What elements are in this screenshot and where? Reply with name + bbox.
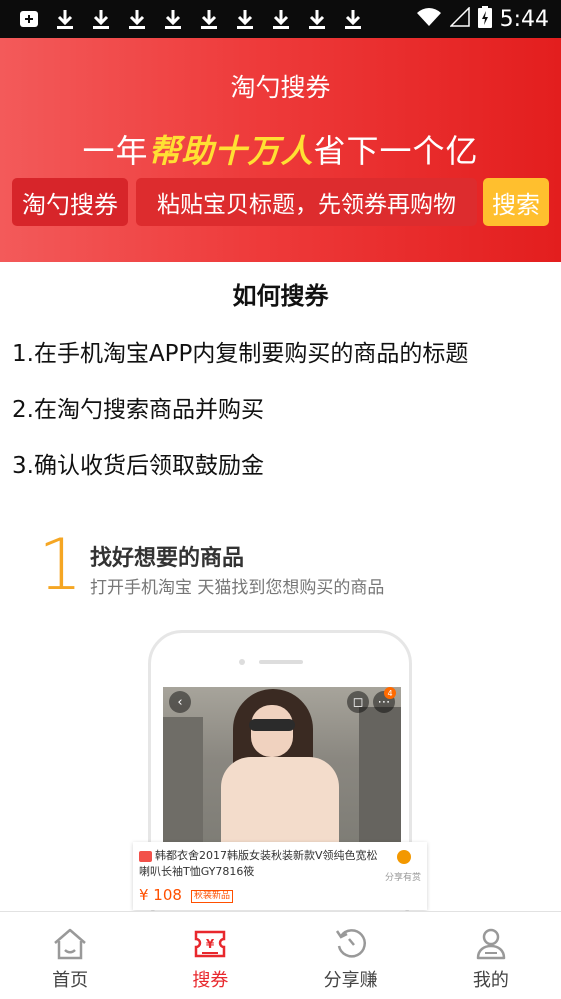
product-card: 韩都衣舍2017韩版女装秋装新款V领纯色宽松喇叭长袖T恤GY7816筱 ¥ 10… (133, 842, 427, 910)
download-icon (162, 7, 184, 31)
battery-icon (477, 6, 492, 32)
slogan-prefix: 一年 (82, 132, 149, 170)
howto-step: 2.在淘勺搜索商品并购买 (12, 397, 264, 423)
howto-step: 3.确认收货后领取鼓励金 (12, 453, 264, 479)
download-icon (90, 7, 112, 31)
phone-camera (239, 659, 245, 665)
download-icon (198, 7, 220, 31)
profile-icon (476, 928, 506, 960)
cart-icon: ◻ (347, 691, 369, 713)
money-bag-icon (397, 850, 411, 864)
product-title: 韩都衣舍2017韩版女装秋装新款V领纯色宽松喇叭长袖T恤GY7816筱 (139, 849, 378, 878)
status-system: 5:44 (416, 6, 561, 32)
cart-badge: 4 (384, 687, 396, 699)
download-icon (306, 7, 328, 31)
clock: 5:44 (499, 6, 549, 32)
svg-text:¥: ¥ (206, 937, 215, 951)
status-notifications (0, 7, 364, 31)
howto-title: 如何搜券 (232, 282, 329, 310)
tab-coupon-label: 搜券 (192, 970, 229, 991)
home-icon (54, 928, 86, 960)
tab-home-label: 首页 (52, 970, 89, 991)
bottom-tab-bar: 首页 ¥ 搜券 分享赚 我的 (0, 911, 561, 999)
status-bar: 5:44 (0, 0, 561, 38)
search-bar: 淘勺搜券 粘贴宝贝标题，先领券再购物 搜索 (12, 178, 550, 226)
guide-title: 找好想要的商品 (90, 546, 245, 571)
wifi-icon (416, 7, 442, 31)
brand-chip: 淘勺搜券 (12, 178, 128, 226)
share-refresh-icon (335, 929, 366, 958)
download-icon (270, 7, 292, 31)
product-tag: 秋装新品 (191, 890, 234, 903)
app-title: 淘勺搜券 (230, 73, 331, 102)
tab-mine[interactable]: 我的 (421, 912, 561, 999)
slogan-highlight: 帮助十万人 (148, 132, 314, 170)
slogan-suffix: 省下一个亿 (313, 132, 479, 170)
product-price: ¥ 108 (139, 886, 182, 904)
hero-banner: 淘勺搜券 一年帮助十万人省下一个亿 淘勺搜券 粘贴宝贝标题，先领券再购物 搜索 (0, 38, 561, 262)
signal-icon (448, 6, 470, 31)
download-icon (126, 7, 148, 31)
coupon-icon: ¥ (195, 930, 226, 958)
app-notification-icon (18, 7, 40, 31)
phone-speaker (259, 660, 303, 664)
download-icon (342, 7, 364, 31)
search-input[interactable]: 粘贴宝贝标题，先领券再购物 (136, 178, 477, 226)
shop-icon (139, 850, 152, 862)
download-icon (234, 7, 256, 31)
tab-share-earn[interactable]: 分享赚 (281, 912, 421, 999)
share-reward-label: 分享有赏 (385, 873, 422, 883)
search-button[interactable]: 搜索 (483, 178, 549, 226)
tab-coupon[interactable]: ¥ 搜券 (140, 912, 280, 999)
slogan: 一年帮助十万人省下一个亿 (0, 126, 561, 172)
guide-step-number: 1 (38, 524, 83, 606)
tab-home[interactable]: 首页 (0, 912, 140, 999)
back-arrow-icon: ‹ (169, 691, 191, 713)
howto-step: 1.在手机淘宝APP内复制要购买的商品的标题 (12, 341, 469, 367)
product-photo: ‹ ◻ ⋯ 4 (163, 687, 401, 867)
tab-mine-label: 我的 (472, 970, 509, 991)
tab-share-earn-label: 分享赚 (323, 970, 378, 991)
download-icon (54, 7, 76, 31)
guide-subtitle: 打开手机淘宝 天猫找到您想购买的商品 (90, 578, 385, 598)
